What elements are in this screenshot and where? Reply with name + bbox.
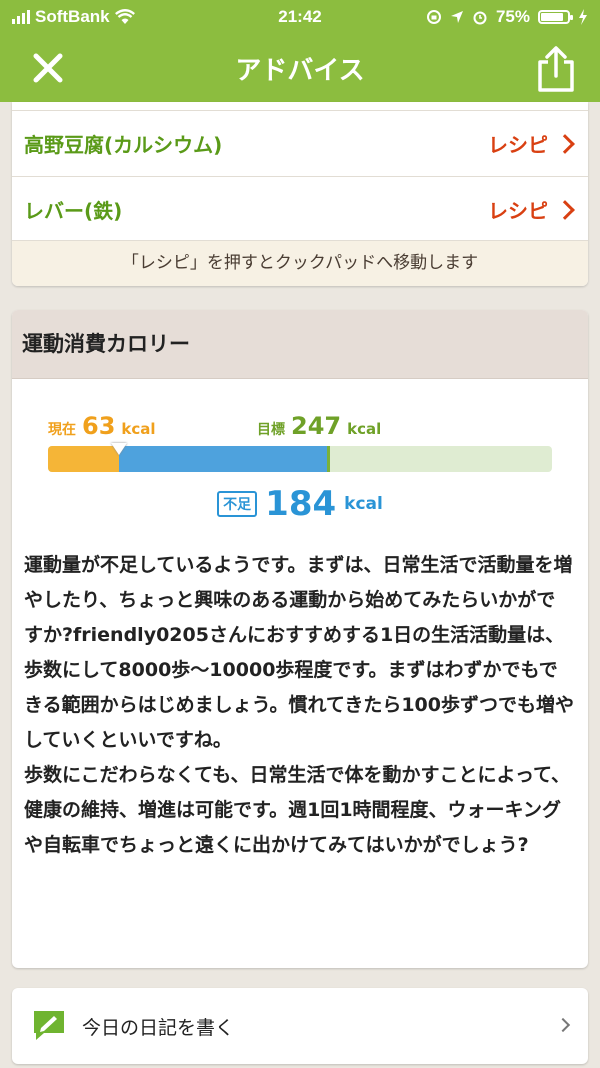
recipe-link-label: レシピ — [488, 199, 548, 223]
recipe-note: 「レシピ」を押すとクックパッドへ移動します — [12, 240, 588, 286]
shortage-value: 184 — [265, 484, 337, 524]
recipe-link-label: レシピ — [488, 133, 548, 157]
recipe-link[interactable]: レシピ — [488, 129, 575, 158]
advice-text: 運動量が不足しているようです。まずは、日常生活で活動量を増やしたり、ちょっと興味… — [24, 548, 574, 863]
progress-current-segment — [48, 446, 119, 472]
status-bar: SoftBank 21:42 75% — [0, 0, 600, 34]
chevron-right-icon — [555, 1017, 571, 1033]
current-value: 63 — [82, 412, 116, 440]
battery-percent: 75% — [495, 7, 530, 26]
exercise-card: 運動消費カロリー 現在 63 kcal 目標 247 kcal 不足 184 k… — [12, 310, 588, 968]
orientation-lock-icon — [426, 10, 441, 24]
target-value: 247 — [291, 412, 342, 440]
exercise-heading: 運動消費カロリー — [12, 310, 588, 379]
share-icon[interactable] — [534, 46, 578, 92]
target-calories: 目標 247 kcal — [257, 412, 381, 440]
chevron-right-icon — [555, 199, 575, 220]
shortage-unit: kcal — [344, 494, 383, 514]
recipe-food-name: 高野豆腐(カルシウム) — [24, 133, 223, 157]
target-label: 目標 — [257, 422, 285, 438]
current-calories: 現在 63 kcal — [48, 412, 156, 440]
shortage-calories: 不足 184 kcal — [12, 484, 588, 524]
current-unit: kcal — [121, 420, 156, 438]
recipe-food-name: レバー(鉄) — [24, 199, 123, 223]
location-icon — [450, 11, 463, 23]
battery-icon — [538, 10, 573, 24]
write-diary-button[interactable]: 今日の日記を書く — [12, 988, 588, 1064]
shortage-tag: 不足 — [217, 491, 258, 517]
recipe-link[interactable]: レシピ — [488, 195, 575, 224]
recipe-card: 高野豆腐(カルシウム) レシピ レバー(鉄) レシピ 「レシピ」を押すとクックパ… — [12, 102, 588, 286]
current-label: 現在 — [48, 422, 76, 438]
recipe-row[interactable]: レバー(鉄) レシピ — [12, 176, 588, 242]
nav-bar: アドバイス — [0, 34, 600, 102]
recipe-row[interactable]: 高野豆腐(カルシウム) レシピ — [12, 110, 588, 176]
progress-shortage-segment — [118, 446, 331, 472]
status-right: 75% — [426, 7, 588, 27]
chevron-right-icon — [555, 133, 575, 154]
page-title: アドバイス — [235, 56, 365, 86]
target-unit: kcal — [347, 420, 382, 438]
current-pointer-icon — [110, 443, 127, 455]
progress-target-marker — [327, 446, 331, 472]
write-diary-label: 今日の日記を書く — [82, 1016, 235, 1039]
recipe-card-top-cut — [12, 102, 588, 110]
charging-icon — [579, 9, 587, 25]
advice-paragraph: 歩数にこだわらなくても、日常生活で体を動かすことによって、健康の維持、増進は可能… — [24, 764, 571, 856]
pencil-note-icon — [34, 1011, 64, 1040]
alarm-icon — [473, 11, 487, 25]
advice-paragraph: 運動量が不足しているようです。まずは、日常生活で活動量を増やしたり、ちょっと興味… — [24, 554, 575, 751]
